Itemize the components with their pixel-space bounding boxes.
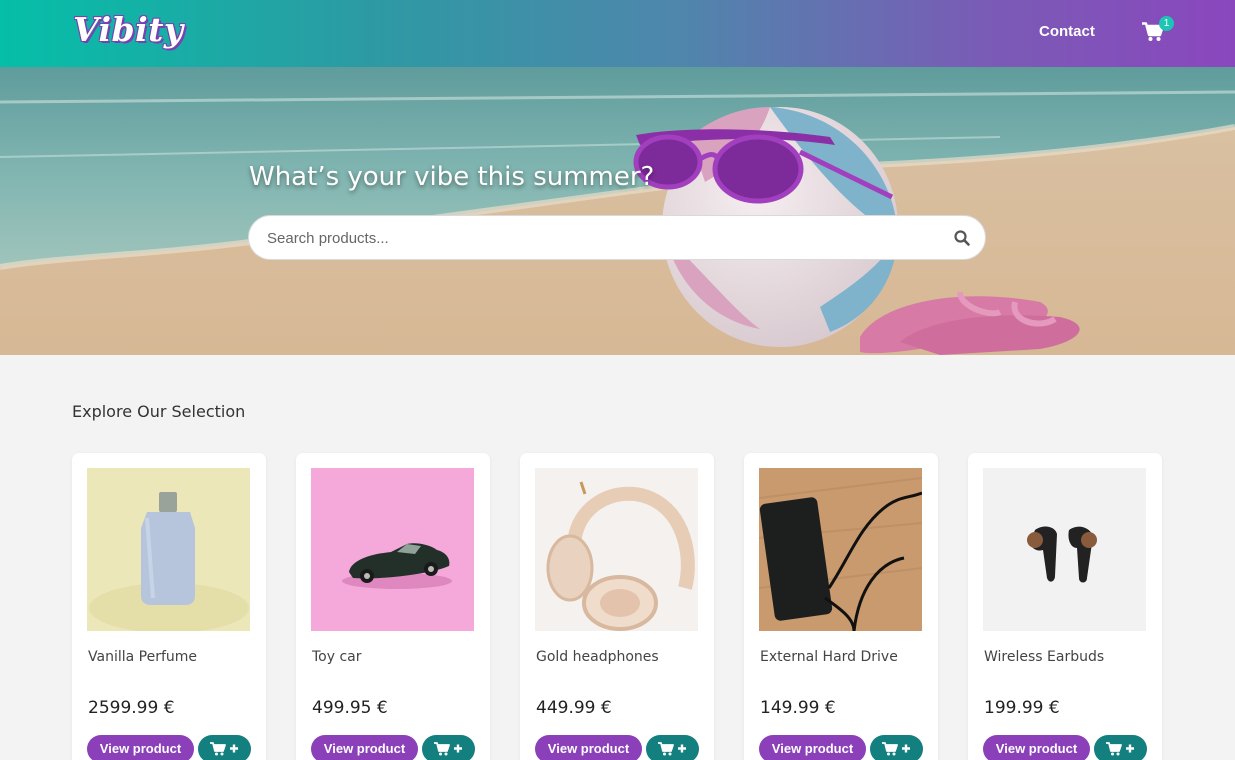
add-to-cart-icon	[658, 742, 686, 756]
add-to-cart-button[interactable]	[870, 735, 923, 760]
product-price: 199.99 €	[984, 698, 1060, 718]
product-image[interactable]	[535, 468, 698, 631]
hard-drive-image	[759, 468, 922, 631]
contact-link[interactable]: Contact	[1039, 23, 1095, 40]
product-image[interactable]	[311, 468, 474, 631]
product-card: Toy car 499.95 € View product	[296, 453, 490, 760]
add-to-cart-button[interactable]	[646, 735, 699, 760]
product-price: 149.99 €	[760, 698, 836, 718]
product-name[interactable]: Vanilla Perfume	[88, 649, 197, 665]
beach-hero-image	[0, 67, 1235, 355]
product-image[interactable]	[983, 468, 1146, 631]
toy-car-image	[311, 468, 474, 631]
product-card: Gold headphones 449.99 € View product	[520, 453, 714, 760]
top-navigation-bar: Vibity Contact 1	[0, 0, 1235, 67]
product-image[interactable]	[759, 468, 922, 631]
hero-banner: What’s your vibe this summer?	[0, 67, 1235, 355]
product-name[interactable]: Gold headphones	[536, 649, 659, 665]
headphones-image	[535, 468, 698, 631]
earbuds-image	[983, 468, 1146, 631]
product-card: Vanilla Perfume 2599.99 € View product	[72, 453, 266, 760]
add-to-cart-button[interactable]	[1094, 735, 1147, 760]
product-name[interactable]: Wireless Earbuds	[984, 649, 1104, 665]
product-price: 2599.99 €	[88, 698, 175, 718]
product-price: 499.95 €	[312, 698, 388, 718]
view-product-button[interactable]: View product	[535, 735, 642, 760]
product-name[interactable]: External Hard Drive	[760, 649, 898, 665]
add-to-cart-button[interactable]	[198, 735, 251, 760]
perfume-bottle-image	[87, 468, 250, 631]
add-to-cart-icon	[882, 742, 910, 756]
cart-count-badge: 1	[1159, 16, 1174, 31]
add-to-cart-icon	[210, 742, 238, 756]
product-price: 449.99 €	[536, 698, 612, 718]
add-to-cart-button[interactable]	[422, 735, 475, 760]
search-bar	[248, 215, 986, 260]
view-product-button[interactable]: View product	[759, 735, 866, 760]
search-icon	[954, 230, 970, 246]
view-product-button[interactable]: View product	[87, 735, 194, 760]
add-to-cart-icon	[434, 742, 462, 756]
product-card: External Hard Drive 149.99 € View produc…	[744, 453, 938, 760]
product-name[interactable]: Toy car	[312, 649, 362, 665]
search-input[interactable]	[267, 227, 927, 249]
product-image[interactable]	[87, 468, 250, 631]
brand-logo[interactable]: Vibity	[73, 10, 184, 49]
view-product-button[interactable]: View product	[311, 735, 418, 760]
add-to-cart-icon	[1106, 742, 1134, 756]
section-title: Explore Our Selection	[72, 402, 246, 421]
search-button[interactable]	[953, 229, 971, 247]
view-product-button[interactable]: View product	[983, 735, 1090, 760]
hero-title: What’s your vibe this summer?	[249, 162, 655, 192]
product-card: Wireless Earbuds 199.99 € View product	[968, 453, 1162, 760]
